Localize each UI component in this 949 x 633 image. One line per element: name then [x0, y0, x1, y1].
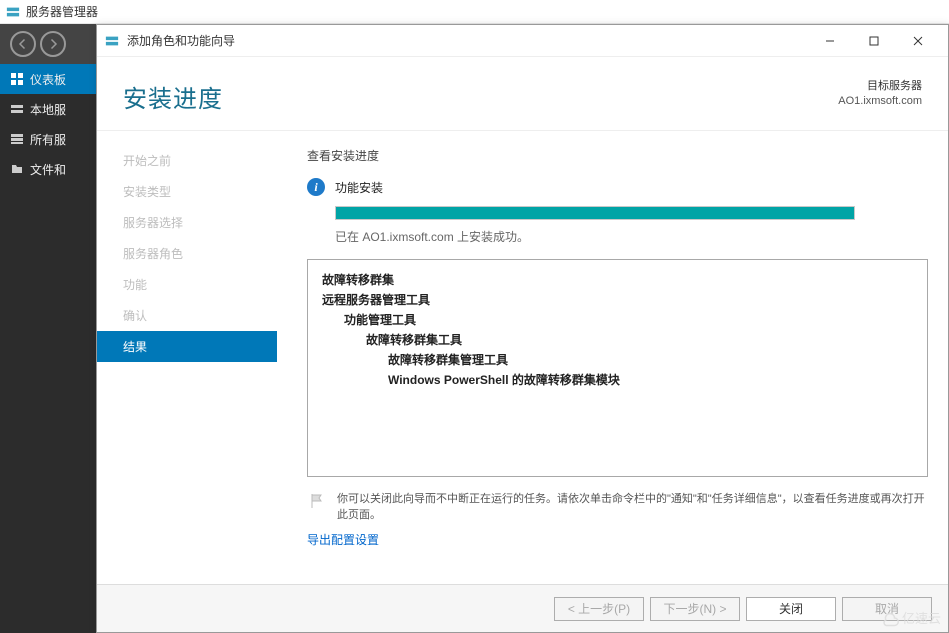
- sidebar-item-label: 本地服: [30, 101, 66, 118]
- nav-back-button[interactable]: [10, 31, 36, 57]
- wizard-step-type: 安装类型: [97, 176, 277, 207]
- wizard-step-confirm: 确认: [97, 300, 277, 331]
- minimize-button[interactable]: [808, 29, 852, 53]
- wizard-step-nav: 开始之前 安装类型 服务器选择 服务器角色 功能 确认 结果: [97, 131, 277, 584]
- feature-item: Windows PowerShell 的故障转移群集模块: [388, 373, 620, 387]
- feature-item: 故障转移群集: [322, 273, 394, 287]
- wizard-window: 添加角色和功能向导 安装进度 目标服务器 AO1.ixmsoft.com 开始之…: [96, 24, 949, 633]
- servers-icon: [10, 132, 24, 146]
- wizard-content: 查看安装进度 i 功能安装 已在 AO1.ixmsoft.com 上安装成功。 …: [277, 131, 948, 584]
- sidebar-item-files[interactable]: 文件和: [0, 154, 96, 184]
- status-title: 功能安装: [335, 179, 383, 196]
- wizard-step-before: 开始之前: [97, 145, 277, 176]
- wizard-step-results: 结果: [97, 331, 277, 362]
- feature-item: 故障转移群集管理工具: [388, 353, 508, 367]
- feature-item: 功能管理工具: [344, 313, 416, 327]
- destination-info: 目标服务器 AO1.ixmsoft.com: [838, 79, 922, 109]
- info-icon: i: [307, 178, 325, 196]
- close-wizard-button[interactable]: 关闭: [746, 597, 836, 621]
- parent-window-title: 服务器管理器: [26, 3, 98, 20]
- export-config-link[interactable]: 导出配置设置: [307, 531, 928, 548]
- parent-sidebar: 仪表板 本地服 所有服 文件和: [0, 64, 96, 633]
- sidebar-item-label: 文件和: [30, 161, 66, 178]
- cancel-button: 取消: [842, 597, 932, 621]
- flag-icon: [307, 491, 327, 511]
- server-manager-icon: [6, 5, 20, 19]
- sidebar-item-all[interactable]: 所有服: [0, 124, 96, 154]
- progress-bar-fill: [336, 207, 854, 219]
- close-button[interactable]: [896, 29, 940, 53]
- feature-item: 远程服务器管理工具: [322, 293, 430, 307]
- maximize-button[interactable]: [852, 29, 896, 53]
- wizard-titlebar[interactable]: 添加角色和功能向导: [97, 25, 948, 57]
- wizard-step-roles: 服务器角色: [97, 238, 277, 269]
- progress-view-label: 查看安装进度: [307, 147, 928, 164]
- dashboard-icon: [10, 72, 24, 86]
- install-success-message: 已在 AO1.ixmsoft.com 上安装成功。: [335, 228, 928, 245]
- server-icon: [10, 102, 24, 116]
- sidebar-item-local[interactable]: 本地服: [0, 94, 96, 124]
- status-row: i 功能安装: [307, 178, 928, 196]
- prev-button: < 上一步(P): [554, 597, 644, 621]
- wizard-heading: 安装进度: [123, 79, 838, 114]
- progress-bar: [335, 206, 855, 220]
- wizard-icon: [105, 34, 119, 48]
- installed-features-box[interactable]: 故障转移群集 远程服务器管理工具 功能管理工具 故障转移群集工具 故障转移群集管…: [307, 259, 928, 477]
- wizard-step-server: 服务器选择: [97, 207, 277, 238]
- wizard-footer: < 上一步(P) 下一步(N) > 关闭 取消: [97, 584, 948, 632]
- next-button: 下一步(N) >: [650, 597, 740, 621]
- files-icon: [10, 162, 24, 176]
- sidebar-item-label: 仪表板: [30, 71, 66, 88]
- wizard-step-features: 功能: [97, 269, 277, 300]
- sidebar-item-label: 所有服: [30, 131, 66, 148]
- feature-item: 故障转移群集工具: [366, 333, 462, 347]
- parent-window-titlebar: 服务器管理器: [0, 0, 949, 24]
- close-note: 你可以关闭此向导而不中断正在运行的任务。请依次单击命令栏中的"通知"和"任务详细…: [337, 491, 928, 523]
- wizard-window-title: 添加角色和功能向导: [127, 32, 808, 49]
- sidebar-item-dashboard[interactable]: 仪表板: [0, 64, 96, 94]
- destination-server: AO1.ixmsoft.com: [838, 94, 922, 109]
- nav-forward-button[interactable]: [40, 31, 66, 57]
- destination-label: 目标服务器: [838, 79, 922, 94]
